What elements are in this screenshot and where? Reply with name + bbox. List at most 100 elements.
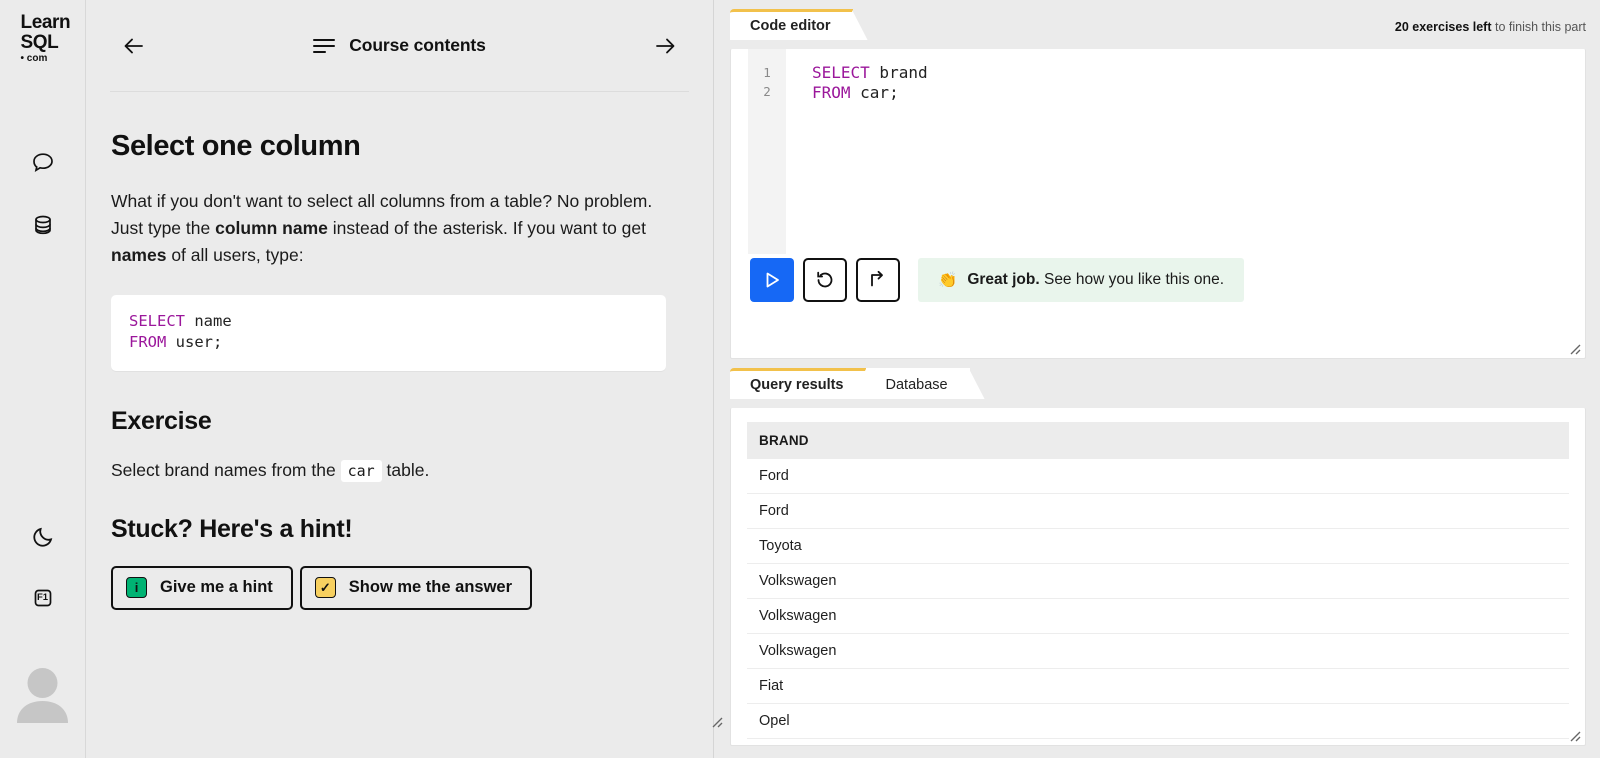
course-contents-button[interactable]: Course contents <box>157 35 642 56</box>
course-contents-label: Course contents <box>349 35 486 55</box>
app-root: Learn SQL • com F1 Course contents Selec… <box>0 0 1600 758</box>
lesson-code-line-1: SELECT name <box>129 311 648 332</box>
table-row: Opel <box>747 703 1569 739</box>
lesson-paragraph: What if you don't want to select all col… <box>111 188 671 269</box>
editor-tabstrip: Code editor 20 exercises left to finish … <box>730 9 1586 40</box>
table-row: Fiat <box>747 668 1569 704</box>
cell-brand: Ford <box>747 493 1569 529</box>
reset-code-button[interactable] <box>803 258 847 302</box>
cell-brand: Volkswagen <box>747 633 1569 669</box>
code-input[interactable]: SELECT brand FROM car; <box>786 49 1585 254</box>
editor-table-car: car; <box>850 83 899 102</box>
hint-heading: Stuck? Here's a hint! <box>111 514 353 543</box>
editor-column-brand: brand <box>869 63 928 82</box>
line-number: 2 <box>763 84 771 99</box>
run-query-button[interactable] <box>750 258 794 302</box>
database-icon[interactable] <box>21 203 65 247</box>
f1-key-icon[interactable]: F1 <box>21 576 65 620</box>
cell-brand: Fiat <box>747 668 1569 704</box>
icon-rail: Learn SQL • com F1 <box>0 0 86 758</box>
checkmark-icon-glyph: ✓ <box>319 580 331 596</box>
results-table-head: BRAND <box>747 422 1569 459</box>
give-me-a-hint-label: Give me a hint <box>160 578 273 597</box>
f1-key-label: F1 <box>36 592 49 604</box>
exercises-left-suffix: to finish this part <box>1491 20 1586 34</box>
next-lesson-arrow-icon[interactable] <box>642 23 688 69</box>
tab-code-editor-label: Code editor <box>750 17 831 34</box>
exercises-left-count: 20 exercises left <box>1394 20 1492 34</box>
course-contents-menu-icon[interactable] <box>313 38 336 53</box>
lesson-paragraph-part3: of all users, type: <box>166 245 304 266</box>
line-number: 1 <box>763 65 771 80</box>
brand-logo[interactable]: Learn SQL • com <box>8 13 78 64</box>
line-number-gutter: 1 2 <box>748 49 786 254</box>
exercise-text-before: Select brand names from the <box>111 459 341 480</box>
results-table: BRAND Ford Ford Toyota Volkswagen Volksw… <box>747 422 1569 739</box>
exercise-text-after: table. <box>381 459 430 480</box>
course-topnav: Course contents <box>110 0 689 92</box>
sql-column-name: name <box>185 312 232 331</box>
lesson-panel: Course contents Select one column What i… <box>86 0 723 758</box>
lesson-paragraph-part2: instead of the asterisk. If you want to … <box>327 218 646 239</box>
cell-brand: Volkswagen <box>747 563 1569 599</box>
table-row: Ford <box>747 493 1569 529</box>
give-me-a-hint-button[interactable]: i Give me a hint <box>111 565 293 610</box>
avatar[interactable] <box>15 661 70 723</box>
cell-brand: Volkswagen <box>747 598 1569 634</box>
cell-brand: Toyota <box>747 528 1569 564</box>
table-row: Ford <box>747 459 1569 494</box>
editor-toolbar: 👏 Great job. See how you like this one. <box>731 254 1585 302</box>
feedback-bold: Great job. <box>967 271 1040 288</box>
editor-code-line-1: SELECT brand <box>812 63 1585 83</box>
editor-keyword-select: SELECT <box>812 63 870 82</box>
sql-keyword-from: FROM <box>129 332 167 351</box>
logo-line-learn: Learn <box>20 12 71 33</box>
info-icon-glyph: i <box>134 580 139 596</box>
logo-line-com: • com <box>20 52 48 64</box>
table-row: Toyota <box>747 528 1569 564</box>
results-table-body: Ford Ford Toyota Volkswagen Volkswagen V… <box>747 459 1569 739</box>
feedback-text: Great job. See how you like this one. <box>967 271 1224 289</box>
lesson-body: Select one column What if you don't want… <box>110 130 689 610</box>
sql-keyword-select: SELECT <box>129 312 185 331</box>
code-editor-panel: 1 2 SELECT brand FROM car; 👏 Great job. … <box>730 49 1586 359</box>
show-me-the-answer-button[interactable]: ✓ Show me the answer <box>299 565 533 610</box>
editor-keyword-from: FROM <box>812 83 851 102</box>
lesson-panel-resize-handle[interactable] <box>709 714 723 728</box>
exercises-left-status: 20 exercises left to finish this part <box>1395 20 1586 40</box>
code-editor-area[interactable]: 1 2 SELECT brand FROM car; <box>731 49 1585 254</box>
tab-query-results-label: Query results <box>750 376 844 393</box>
cell-brand: Ford <box>747 459 1569 494</box>
results-resize-handle[interactable] <box>1567 728 1581 742</box>
query-results-panel: BRAND Ford Ford Toyota Volkswagen Volksw… <box>730 408 1586 746</box>
previous-lesson-arrow-icon[interactable] <box>111 23 157 69</box>
lesson-paragraph-bold1: column name <box>215 218 328 239</box>
cell-brand: Opel <box>747 703 1569 739</box>
tab-query-results[interactable]: Query results <box>730 368 866 399</box>
sql-table-name: user; <box>166 332 223 351</box>
exercise-instruction: Select brand names from the car table. <box>111 459 688 482</box>
workspace-panel: Code editor 20 exercises left to finish … <box>714 0 1600 758</box>
info-icon: i <box>126 577 147 599</box>
logo-line-sql: SQL <box>20 31 59 53</box>
show-me-the-answer-label: Show me the answer <box>348 578 513 597</box>
moon-icon[interactable] <box>21 515 65 559</box>
chat-bubble-icon[interactable] <box>21 141 65 185</box>
editor-tabs: Code editor <box>730 9 853 40</box>
column-header-brand: BRAND <box>747 422 1569 459</box>
feedback-rest: See how you like this one. <box>1039 271 1225 288</box>
tab-database-label: Database <box>885 376 948 393</box>
feedback-message: 👏 Great job. See how you like this one. <box>918 258 1245 302</box>
hint-button-group: i Give me a hint ✓ Show me the answer <box>111 565 688 610</box>
results-tabs: Query results Database <box>730 368 970 399</box>
exercise-inline-code: car <box>340 459 382 482</box>
clap-emoji-icon: 👏 <box>938 271 958 289</box>
lesson-code-line-2: FROM user; <box>129 332 648 353</box>
tab-code-editor[interactable]: Code editor <box>730 9 853 40</box>
table-row: Volkswagen <box>747 563 1569 599</box>
lesson-code-sample: SELECT name FROM user; <box>111 295 666 371</box>
editor-resize-handle[interactable] <box>1567 341 1581 355</box>
table-row: Volkswagen <box>747 633 1569 669</box>
editor-code-line-2: FROM car; <box>812 83 1585 103</box>
next-exercise-button[interactable] <box>856 258 900 302</box>
